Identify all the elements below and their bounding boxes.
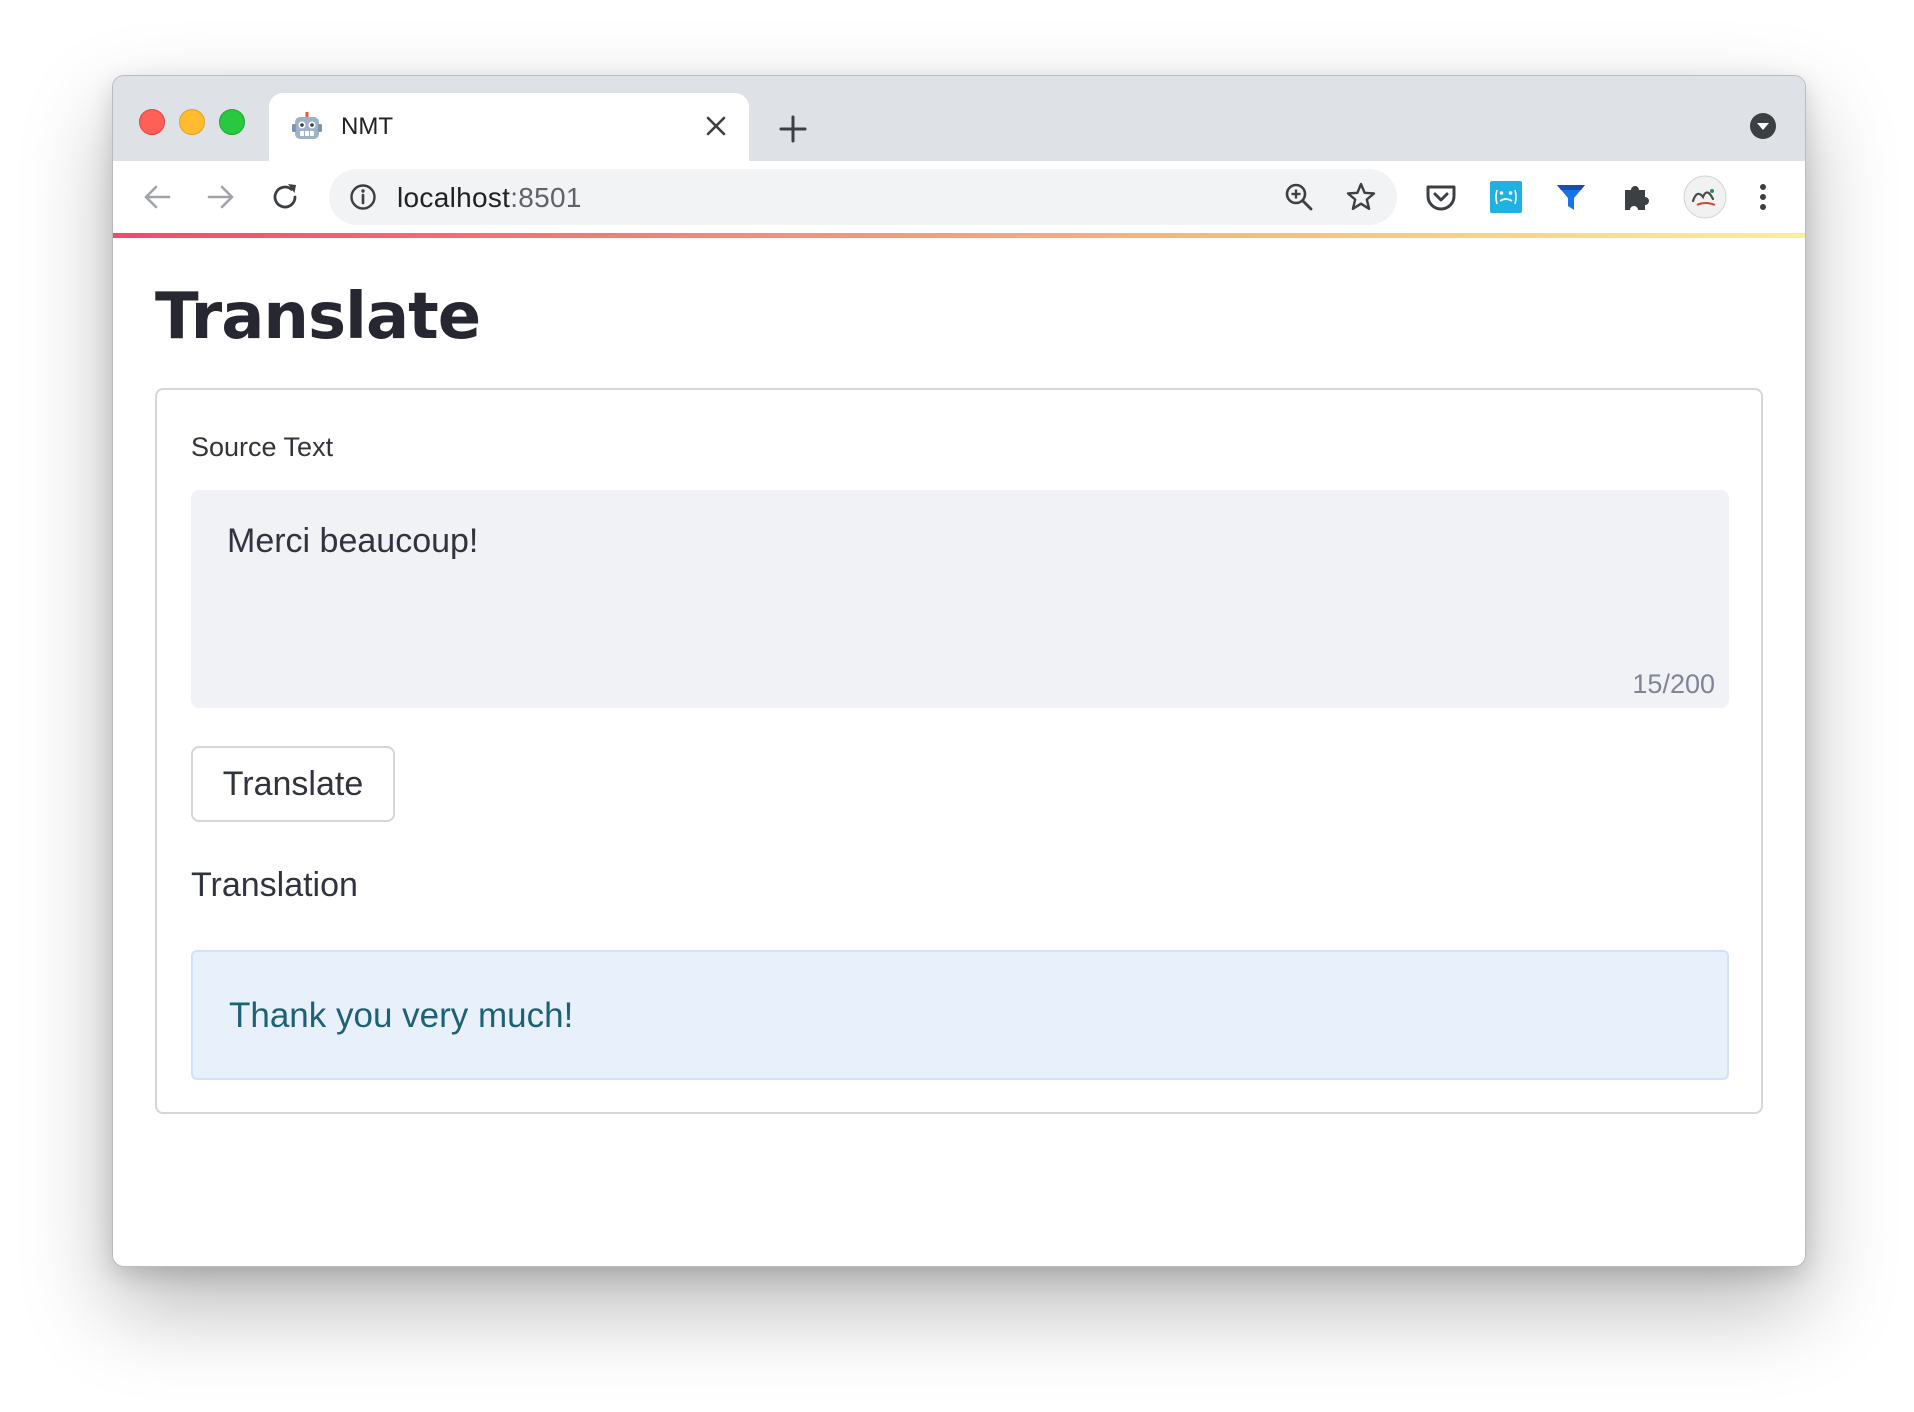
close-window-button[interactable] bbox=[139, 109, 165, 135]
bookmark-star-icon[interactable] bbox=[1345, 181, 1377, 213]
browser-tab[interactable]: NMT bbox=[269, 93, 749, 161]
tab-title: NMT bbox=[341, 113, 393, 140]
forward-arrow-icon[interactable] bbox=[199, 175, 243, 219]
address-bar[interactable]: localhost:8501 bbox=[329, 169, 1397, 225]
more-menu-icon[interactable] bbox=[1745, 179, 1781, 215]
translation-result-box: Thank you very much! bbox=[191, 950, 1729, 1080]
back-arrow-icon[interactable] bbox=[135, 175, 179, 219]
url-host: localhost bbox=[397, 182, 511, 213]
page-content: Translate Source Text Merci beaucoup! 15… bbox=[113, 238, 1805, 1266]
translate-button[interactable]: Translate bbox=[191, 746, 395, 822]
zoom-in-icon[interactable] bbox=[1283, 181, 1315, 213]
reload-icon[interactable] bbox=[263, 175, 307, 219]
screenshot-stage: NMT localhost:8501 Translate Source Text… bbox=[0, 0, 1914, 1412]
pocket-extension-icon[interactable] bbox=[1423, 179, 1459, 215]
site-info-icon[interactable] bbox=[349, 183, 377, 211]
tab-search-icon[interactable] bbox=[1749, 112, 1777, 140]
new-tab-plus-icon[interactable] bbox=[775, 111, 811, 147]
source-text-area[interactable]: Merci beaucoup! 15/200 bbox=[191, 490, 1729, 708]
url-port: :8501 bbox=[510, 182, 582, 213]
robot-face-icon bbox=[291, 111, 323, 143]
browser-toolbar: localhost:8501 bbox=[113, 161, 1805, 233]
funnel-extension-icon[interactable] bbox=[1553, 179, 1589, 215]
browser-window: NMT localhost:8501 Translate Source Text… bbox=[112, 75, 1806, 1267]
translation-label: Translation bbox=[191, 866, 358, 904]
extensions-puzzle-icon[interactable] bbox=[1618, 179, 1654, 215]
profile-avatar[interactable] bbox=[1683, 175, 1727, 219]
tab-strip: NMT bbox=[113, 76, 1805, 161]
translation-result-text: Thank you very much! bbox=[229, 996, 574, 1035]
source-text-value: Merci beaucoup! bbox=[227, 522, 479, 560]
tab-close-icon[interactable] bbox=[701, 111, 731, 141]
page-title: Translate bbox=[155, 280, 481, 354]
translate-extension-icon[interactable] bbox=[1488, 179, 1524, 215]
maximize-window-button[interactable] bbox=[219, 109, 245, 135]
url-text: localhost:8501 bbox=[397, 182, 582, 214]
character-counter: 15/200 bbox=[1632, 669, 1715, 699]
translate-form: Source Text Merci beaucoup! 15/200 Trans… bbox=[155, 388, 1763, 1114]
source-text-label: Source Text bbox=[191, 432, 334, 462]
minimize-window-button[interactable] bbox=[179, 109, 205, 135]
